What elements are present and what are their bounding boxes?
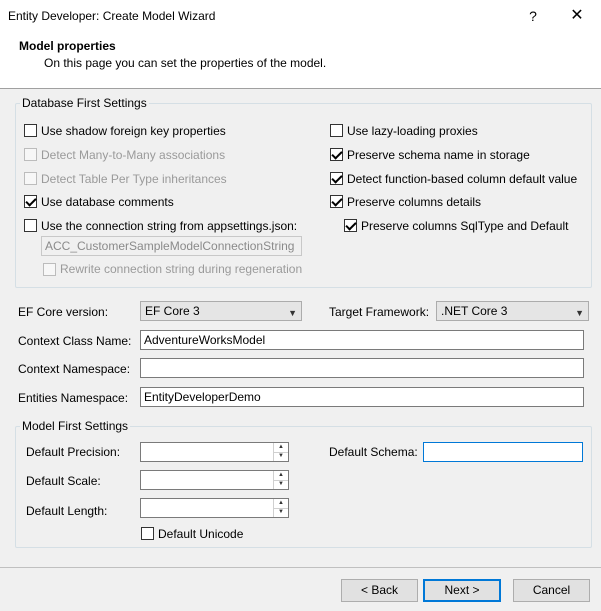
footer-divider (0, 567, 601, 568)
next-button[interactable]: Next > (423, 579, 501, 602)
default-scale-label: Default Scale: (26, 474, 101, 488)
preserve-sqltype-label: Preserve columns SqlType and Default (361, 219, 569, 233)
default-length-stepper[interactable]: ▲ ▼ (140, 498, 289, 518)
back-button[interactable]: < Back (341, 579, 418, 602)
table-per-type-checkbox[interactable] (24, 172, 37, 185)
target-framework-label: Target Framework: (329, 305, 430, 319)
ef-core-value: EF Core 3 (145, 304, 200, 318)
context-class-label: Context Class Name: (18, 334, 132, 348)
many-to-many-checkbox[interactable] (24, 148, 37, 161)
preserve-schema-label: Preserve schema name in storage (347, 148, 530, 162)
default-scale-stepper[interactable]: ▲ ▼ (140, 470, 289, 490)
appsettings-connection-checkbox[interactable] (24, 219, 37, 232)
appsettings-connection-label: Use the connection string from appsettin… (41, 219, 298, 233)
length-spin-buttons: ▲ ▼ (273, 499, 288, 517)
default-schema-field[interactable] (423, 442, 583, 462)
precision-spin-buttons: ▲ ▼ (273, 443, 288, 461)
ef-core-select[interactable]: EF Core 3 ▼ (140, 301, 302, 321)
lazy-loading-checkbox[interactable] (330, 124, 343, 137)
default-unicode-label: Default Unicode (158, 527, 244, 541)
function-default-label: Detect function-based column default val… (347, 172, 578, 186)
chevron-down-icon[interactable]: ▼ (274, 480, 288, 489)
page-title: Model properties (19, 39, 116, 53)
rewrite-connection-label: Rewrite connection string during regener… (60, 262, 303, 276)
table-per-type-label: Detect Table Per Type inheritances (41, 172, 227, 186)
function-default-checkbox[interactable] (330, 172, 343, 185)
database-comments-label: Use database comments (41, 195, 174, 209)
preserve-columns-label: Preserve columns details (347, 195, 482, 209)
preserve-columns-checkbox[interactable] (330, 195, 343, 208)
entities-namespace-field[interactable]: EntityDeveloperDemo (140, 387, 584, 407)
context-class-field[interactable]: AdventureWorksModel (140, 330, 584, 350)
cancel-button[interactable]: Cancel (513, 579, 590, 602)
connection-string-field[interactable]: ACC_CustomerSampleModelConnectionString (41, 236, 302, 256)
preserve-sqltype-checkbox[interactable] (344, 219, 357, 232)
chevron-down-icon: ▼ (575, 308, 584, 318)
window-title: Entity Developer: Create Model Wizard (8, 9, 216, 23)
default-schema-label: Default Schema: (329, 445, 418, 459)
ef-core-label: EF Core version: (18, 305, 109, 319)
default-precision-stepper[interactable]: ▲ ▼ (140, 442, 289, 462)
entities-namespace-label: Entities Namespace: (18, 391, 129, 405)
model-first-group-label: Model First Settings (20, 419, 131, 433)
rewrite-connection-checkbox[interactable] (43, 263, 56, 276)
database-first-group-label: Database First Settings (20, 96, 149, 110)
header-divider (0, 88, 601, 89)
help-button[interactable]: ? (522, 4, 544, 28)
lazy-loading-label: Use lazy-loading proxies (347, 124, 478, 138)
database-comments-checkbox[interactable] (24, 195, 37, 208)
chevron-down-icon[interactable]: ▼ (274, 452, 288, 461)
preserve-schema-checkbox[interactable] (330, 148, 343, 161)
default-precision-label: Default Precision: (26, 445, 121, 459)
many-to-many-label: Detect Many-to-Many associations (41, 148, 226, 162)
close-button[interactable]: ✕ (566, 4, 588, 28)
shadow-fk-checkbox[interactable] (24, 124, 37, 137)
page-subtitle: On this page you can set the properties … (44, 56, 327, 70)
context-namespace-label: Context Namespace: (18, 362, 131, 376)
scale-spin-buttons: ▲ ▼ (273, 471, 288, 489)
chevron-down-icon[interactable]: ▼ (274, 508, 288, 517)
context-namespace-field[interactable] (140, 358, 584, 378)
chevron-down-icon: ▼ (288, 308, 297, 318)
shadow-fk-label: Use shadow foreign key properties (41, 124, 226, 138)
target-framework-value: .NET Core 3 (441, 304, 508, 318)
default-length-label: Default Length: (26, 504, 108, 518)
target-framework-select[interactable]: .NET Core 3 ▼ (436, 301, 589, 321)
default-unicode-checkbox[interactable] (141, 527, 154, 540)
